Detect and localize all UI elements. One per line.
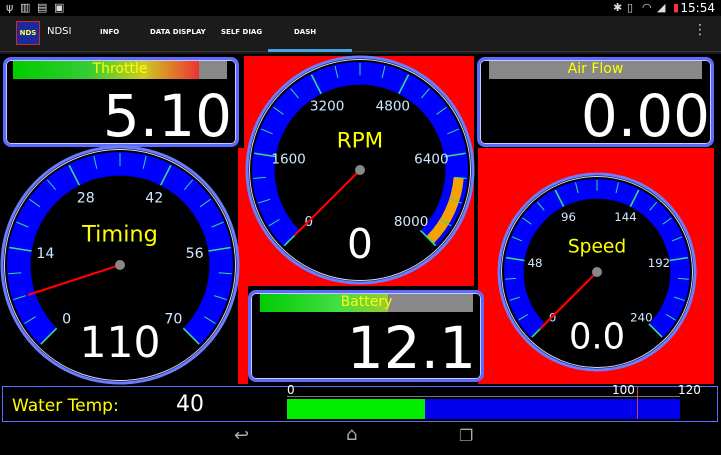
timing-hub [115,260,125,270]
speed-gauge: 04896144192240Speed0.0 [497,172,697,372]
rpm-hub [355,165,365,175]
home-icon[interactable]: ⌂ [346,425,357,445]
rpm-tick-label: 4800 [376,99,410,115]
timing-gauge: 0 14 28 42 56 70 Timing 110 [0,145,240,385]
water-temp-value: 40 [176,392,204,417]
navigation-bar [0,422,721,455]
water-temp-label: Water Temp: [12,396,119,416]
timing-tick-label: 70 [164,311,182,327]
water-temp-scale-min: 0 [287,383,295,397]
recent-apps-icon[interactable]: ❐ [459,426,473,446]
back-icon[interactable]: ↩ [234,426,249,446]
speed-tick-label: 48 [528,256,543,270]
speed-label: Speed [568,236,626,257]
speed-tick-label: 96 [561,210,576,224]
timing-value: 110 [79,319,160,368]
rpm-value: 0 [347,220,373,268]
timing-tick-label: 56 [186,246,204,262]
water-temp-bar-fill [287,399,425,419]
speed-tick-label: 144 [614,210,636,224]
speed-hub [592,267,602,277]
timing-tick-label: 42 [145,191,163,207]
rpm-tick-label: 6400 [414,152,448,168]
water-temp-scale-mid: 100 [612,383,635,397]
timing-tick-label: 0 [62,311,71,327]
rpm-tick-label: 8000 [394,214,428,230]
timing-label: Timing [81,221,158,247]
rpm-tick-label: 1600 [271,152,305,168]
speed-tick-label: 192 [648,256,670,270]
rpm-tick-label: 3200 [310,99,344,115]
rpm-label: RPM [337,128,383,153]
water-temp-redline-marker [637,386,638,419]
timing-tick-label: 28 [77,191,95,207]
rpm-gauge: 016003200480064008000RPM0 [245,55,475,285]
speed-tick-label: 240 [630,310,652,324]
timing-tick-label: 14 [36,246,54,262]
water-temp-scale-max: 120 [678,383,701,397]
speed-value: 0.0 [569,316,625,357]
